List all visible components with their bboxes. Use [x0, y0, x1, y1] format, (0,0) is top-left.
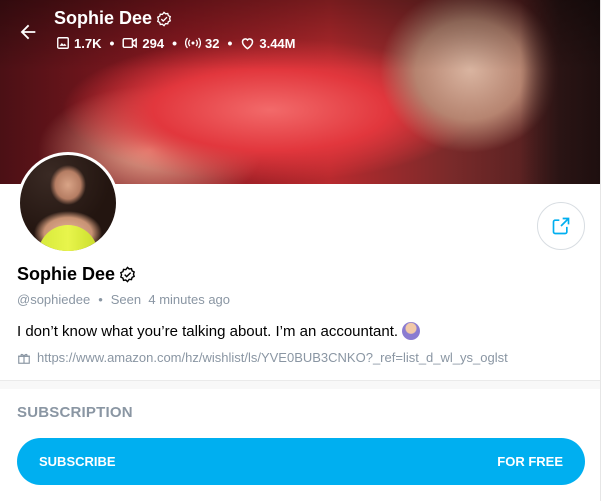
heart-icon	[242, 38, 254, 50]
profile-link-row[interactable]: https://www.amazon.com/hz/wishlist/ls/YV…	[17, 350, 508, 365]
gift-icon	[18, 353, 30, 364]
stream-icon	[184, 37, 201, 49]
share-button[interactable]	[537, 202, 585, 250]
stat-streams: 32	[184, 35, 220, 51]
subscribe-button-price: FOR FREE	[497, 454, 563, 469]
meta-separator: •	[98, 292, 103, 307]
video-icon	[122, 37, 138, 49]
stat-likes-value: 3.44M	[259, 35, 296, 51]
page-right-border	[600, 0, 601, 501]
share-icon	[552, 217, 570, 235]
avatar[interactable]	[17, 152, 119, 254]
stat-separator: •	[172, 35, 177, 51]
stat-photos-value: 1.7K	[74, 35, 102, 51]
bio: I don’t know what you’re talking about. …	[17, 322, 421, 340]
stat-videos-value: 294	[142, 35, 165, 51]
stat-photos: 1.7K	[56, 36, 101, 51]
last-seen: Seen 4 minutes ago	[110, 292, 231, 307]
profile-link[interactable]: https://www.amazon.com/hz/wishlist/ls/YV…	[37, 350, 508, 365]
photo-icon	[57, 37, 69, 49]
shrug-emoji-icon	[402, 322, 421, 340]
stat-streams-value: 32	[204, 35, 220, 51]
header-name: Sophie Dee	[54, 8, 172, 29]
back-arrow-icon	[20, 24, 36, 40]
stat-likes: 3.44M	[240, 35, 296, 51]
avatar-detail	[38, 225, 98, 251]
header-name-text: Sophie Dee	[54, 8, 153, 28]
subscription-title: SUBSCRIPTION	[17, 404, 133, 421]
subscribe-button[interactable]: SUBSCRIBE FOR FREE	[17, 438, 585, 485]
profile-meta: @sophiedee • Seen 4 minutes ago	[17, 292, 230, 307]
stat-separator: •	[227, 35, 233, 51]
section-divider	[0, 380, 600, 389]
subscribe-button-label: SUBSCRIBE	[39, 454, 116, 469]
stat-separator: •	[109, 35, 115, 51]
stat-videos: 294	[122, 36, 164, 51]
profile-name: Sophie Dee	[17, 264, 136, 285]
back-button[interactable]	[10, 14, 46, 50]
verified-icon	[120, 266, 136, 283]
username: @sophiedee	[17, 292, 91, 307]
bio-text: I don’t know what you’re talking about. …	[17, 322, 399, 340]
profile-name-text: Sophie Dee	[17, 264, 116, 284]
header-stats: 1.7K • 294 • 32 • 3.44M	[56, 35, 296, 51]
verified-icon	[156, 10, 172, 27]
